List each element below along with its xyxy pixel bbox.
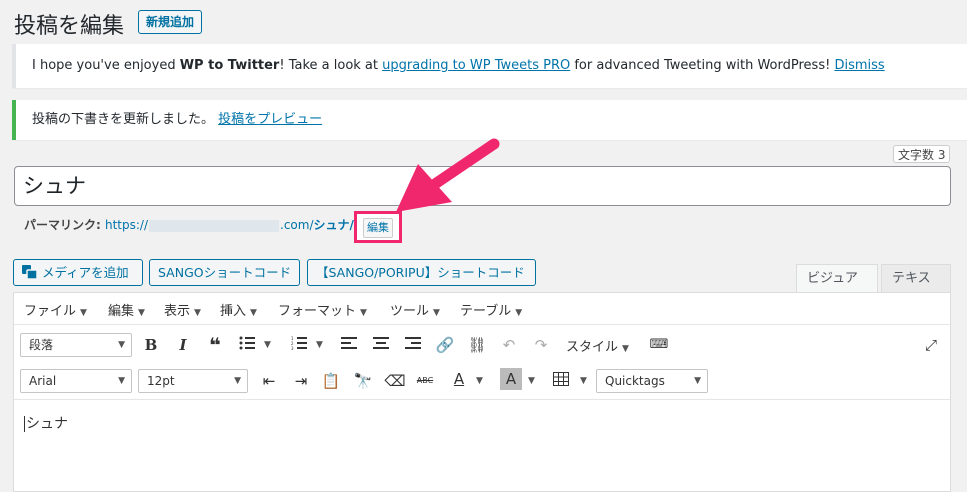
numbered-list-icon[interactable]: 123 xyxy=(288,334,310,356)
permalink-slug[interactable]: シュナ/ xyxy=(314,218,354,232)
strikethrough-icon[interactable]: ABC xyxy=(414,370,436,392)
add-media-button[interactable]: メディアを追加 xyxy=(13,259,143,286)
redo-icon[interactable]: ↷ xyxy=(530,334,552,356)
permalink-edit-button[interactable]: 編集 xyxy=(363,218,393,238)
post-title-input[interactable]: シュナ xyxy=(14,166,951,206)
search-replace-icon[interactable]: 🔭 xyxy=(352,370,374,392)
menu-edit[interactable]: 編集 ▼ xyxy=(108,300,145,319)
link-icon[interactable]: 🔗 xyxy=(434,334,456,356)
plugin-name: WP to Twitter xyxy=(179,58,280,73)
caret-down-icon: ▼ xyxy=(515,308,523,318)
editor-toolbar-1: 段落 ▼ B I ❝ ▼ 123 ▼ 🔗 ⛓ ↶ ↷ スタイル ▼ ⌨ ⤢ xyxy=(14,326,950,362)
page-title: 投稿を編集 xyxy=(14,14,125,39)
draft-notice-text: 投稿の下書きを更新しました。 投稿をプレビュー xyxy=(32,112,323,127)
editor-menubar: ファイル ▼ 編集 ▼ 表示 ▼ 挿入 ▼ フォーマット ▼ ツール ▼ テーブル ▼ xyxy=(14,293,950,325)
editor-toolbar-2: Arial ▼ 12pt ▼ ⇤ ⇥ 📋 🔭 ⌫ ABC A ▼ A ▼ ▼ Qui… xyxy=(14,362,950,400)
permalink-row: パーマリンク: https:// .com/シュナ/ xyxy=(24,216,354,233)
menu-format[interactable]: フォーマット ▼ xyxy=(278,300,367,319)
caret-down-icon[interactable]: ▼ xyxy=(580,376,587,386)
text-color-icon[interactable]: A xyxy=(448,368,470,390)
align-right-icon[interactable] xyxy=(402,334,424,356)
caret-down-icon: ▼ xyxy=(694,376,701,386)
italic-icon[interactable]: I xyxy=(172,334,194,356)
outdent-icon[interactable]: ⇤ xyxy=(258,370,280,392)
preview-link[interactable]: 投稿をプレビュー xyxy=(218,112,322,127)
menu-tools[interactable]: ツール ▼ xyxy=(390,300,440,319)
caret-down-icon[interactable]: ▼ xyxy=(528,376,535,386)
unlink-icon[interactable]: ⛓ xyxy=(466,334,488,356)
dismiss-link[interactable]: Dismiss xyxy=(834,58,884,73)
quicktags-select[interactable]: Quicktags ▼ xyxy=(596,369,708,393)
font-size-select[interactable]: 12pt ▼ xyxy=(138,369,248,393)
redacted-domain xyxy=(149,219,279,232)
caret-down-icon: ▼ xyxy=(234,376,241,386)
caret-down-icon[interactable]: ▼ xyxy=(476,376,483,386)
background-color-icon[interactable]: A xyxy=(500,368,522,390)
permalink-url-prefix[interactable]: https:// xyxy=(105,218,148,232)
tab-visual[interactable]: ビジュアル xyxy=(796,264,878,314)
media-icon xyxy=(22,265,38,280)
caret-down-icon: ▼ xyxy=(622,344,629,354)
menu-insert[interactable]: 挿入 ▼ xyxy=(220,300,257,319)
caret-down-icon: ▼ xyxy=(118,376,125,386)
table-icon[interactable] xyxy=(550,370,572,392)
permalink-url-domain[interactable]: .com/ xyxy=(280,218,314,232)
tab-text[interactable]: テキスト xyxy=(881,264,951,314)
poripu-shortcode-button[interactable]: 【SANGO/PORIPU】ショートコード xyxy=(307,259,536,286)
caret-down-icon: ▼ xyxy=(80,308,87,318)
bold-icon[interactable]: B xyxy=(140,334,162,356)
sango-shortcode-button[interactable]: SANGOショートコード xyxy=(149,259,300,286)
caret-down-icon[interactable]: ▼ xyxy=(316,340,323,350)
font-family-select[interactable]: Arial ▼ xyxy=(20,369,132,393)
twitter-notice-text: I hope you've enjoyed WP to Twitter! Tak… xyxy=(32,58,885,73)
caret-down-icon: ▼ xyxy=(138,308,145,318)
caret-down-icon: ▼ xyxy=(194,308,201,318)
undo-icon[interactable]: ↶ xyxy=(498,334,520,356)
draft-updated-notice: 投稿の下書きを更新しました。 投稿をプレビュー xyxy=(12,100,967,140)
keyboard-icon[interactable]: ⌨ xyxy=(648,334,670,356)
upgrade-link[interactable]: upgrading to WP Tweets PRO xyxy=(382,58,570,73)
paragraph-format-select[interactable]: 段落 ▼ xyxy=(20,333,132,357)
text-cursor xyxy=(24,416,25,432)
caret-down-icon: ▼ xyxy=(250,308,257,318)
word-count: 文字数 3 xyxy=(893,145,951,163)
indent-icon[interactable]: ⇥ xyxy=(290,370,312,392)
add-new-button[interactable]: 新規追加 xyxy=(138,10,203,34)
menu-view[interactable]: 表示 ▼ xyxy=(164,300,201,319)
fullscreen-icon[interactable]: ⤢ xyxy=(920,334,942,356)
caret-down-icon: ▼ xyxy=(118,340,125,350)
caret-down-icon: ▼ xyxy=(360,308,367,318)
align-center-icon[interactable] xyxy=(370,334,392,356)
caret-down-icon[interactable]: ▼ xyxy=(264,340,271,350)
align-left-icon[interactable] xyxy=(338,334,360,356)
caret-down-icon: ▼ xyxy=(433,308,440,318)
editor: ファイル ▼ 編集 ▼ 表示 ▼ 挿入 ▼ フォーマット ▼ ツール ▼ テーブル ▼ 段落 ▼… xyxy=(13,292,951,492)
twitter-notice: I hope you've enjoyed WP to Twitter! Tak… xyxy=(12,44,967,88)
bullet-list-icon[interactable] xyxy=(236,334,258,356)
permalink-edit-highlight: 編集 xyxy=(354,211,402,243)
editor-content[interactable]: シュナ xyxy=(24,413,68,433)
style-dropdown[interactable]: スタイル ▼ xyxy=(566,336,629,355)
paste-text-icon[interactable]: 📋 xyxy=(320,370,342,392)
clear-formatting-icon[interactable]: ⌫ xyxy=(384,370,406,392)
menu-file[interactable]: ファイル ▼ xyxy=(24,300,87,319)
svg-text:3: 3 xyxy=(291,346,294,350)
permalink-label: パーマリンク: xyxy=(24,218,105,232)
blockquote-icon[interactable]: ❝ xyxy=(204,334,226,356)
menu-table[interactable]: テーブル ▼ xyxy=(460,300,522,319)
